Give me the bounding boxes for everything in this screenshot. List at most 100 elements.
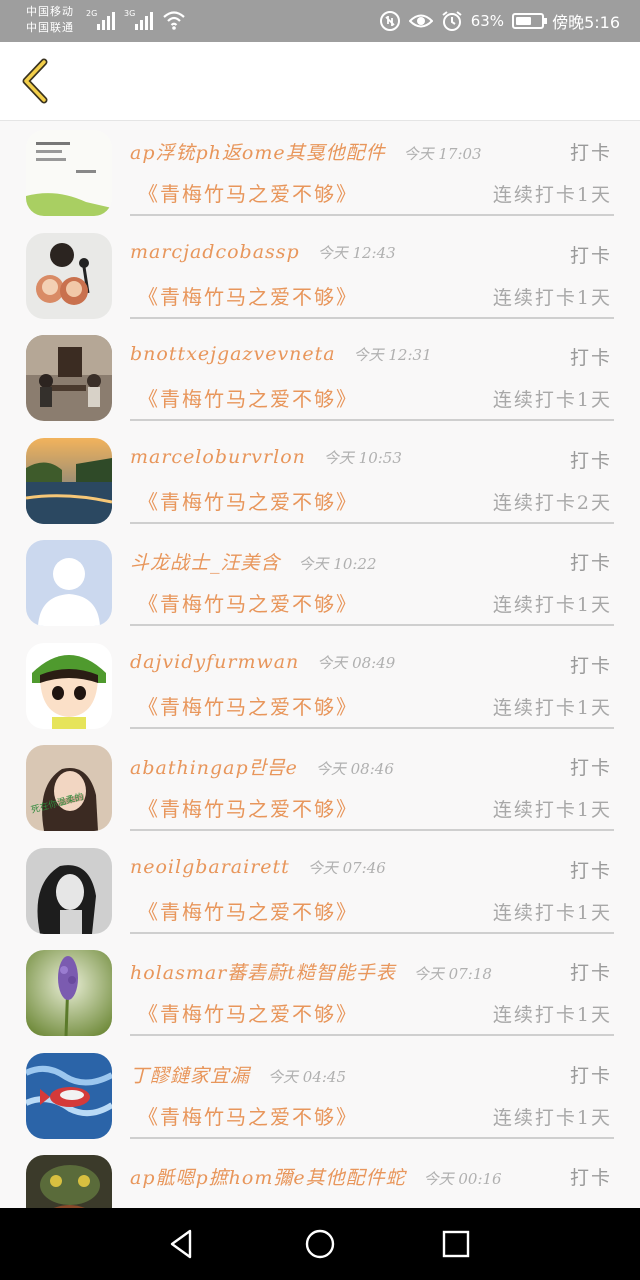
username[interactable]: holasmar蕃砉蔚t糙智能手表 [130, 962, 396, 984]
list-item[interactable]: marceloburvrlon 今天 10:53 打卡 《青梅竹马之爱不够》 连续打卡2… [0, 430, 640, 533]
back-triangle-icon[interactable] [164, 1226, 200, 1262]
checkin-label: 打卡 [569, 1064, 612, 1087]
username[interactable]: 丁醪鏈家宜漏 [130, 1065, 250, 1087]
avatar[interactable] [26, 437, 112, 524]
streak-count: 连续打卡1天 [492, 286, 612, 309]
streak-count: 连续打卡1天 [492, 184, 612, 206]
checkin-label: 打卡 [569, 1167, 612, 1189]
streak-count: 连续打卡1天 [492, 901, 612, 924]
list-item-content: bnottxejgazvevneta 今天 12:31 打卡 《青梅竹马之爱不够》 连续… [130, 327, 614, 421]
avatar[interactable] [26, 540, 112, 626]
battery-percent: 63% [470, 12, 505, 30]
list-item-content: dajvidyfurmwan 今天 08:49 打卡《青梅竹马之爱不够》 连续打卡1天 [130, 635, 614, 729]
checkin-time: 今天 12:43 [317, 243, 396, 262]
avatar[interactable] [26, 1052, 112, 1139]
list-item[interactable]: marcjadcobassp 今天 12:43 打卡《青梅竹马之爱不够》 连续打卡1天 [0, 225, 640, 328]
book-title[interactable]: 《青梅竹马之爱不够》 [138, 178, 358, 207]
avatar[interactable] [26, 335, 112, 421]
checkin-label: 打卡 [569, 962, 612, 984]
avatar[interactable] [26, 950, 112, 1036]
book-title[interactable]: 《青梅竹马之爱不够》 [138, 998, 358, 1027]
book-title[interactable]: 《青梅竹马之爱不够》 [138, 1101, 358, 1130]
avatar[interactable] [26, 1155, 112, 1208]
list-item-content: ap骶嗯p摭hom彌e其他配件蛇今天 00:16打卡《青梅竹马之爱不够》连续打卡… [130, 1147, 614, 1208]
checkin-time: 今天 04:45 [268, 1067, 347, 1086]
checkin-time: 今天 00:16 [423, 1170, 502, 1188]
book-title[interactable]: 《青梅竹马之爱不够》 [138, 793, 358, 822]
book-title[interactable]: 《青梅竹马之爱不够》 [138, 281, 358, 310]
wifi-icon [163, 11, 185, 30]
checkin-label: 打卡 [569, 757, 612, 779]
system-nav-bar [0, 1208, 640, 1280]
list-item-content: abathingap란믐e 今天 08:46 打卡《青梅竹马之爱不够》 连续打卡1天 [130, 737, 614, 831]
signal-icon-2 [135, 12, 153, 30]
book-title[interactable]: 《青梅竹马之爱不够》 [138, 691, 358, 720]
username[interactable]: abathingap란믐e [130, 757, 298, 779]
avatar[interactable] [26, 847, 112, 934]
alarm-icon [442, 11, 462, 31]
list-item-content: neoilgbarairett 今天 07:46 打卡《青梅竹马之爱不够》 连续打卡1… [130, 840, 614, 934]
username[interactable]: 斗龙战士_汪美含 [130, 552, 281, 574]
checkin-label: 打卡 [569, 859, 612, 882]
status-bar: 中国移动 中国联通 2G 3G 63% 傍晚5:16 [0, 0, 640, 42]
avatar[interactable] [26, 642, 112, 729]
recents-square-icon[interactable] [438, 1226, 474, 1262]
checkin-label: 打卡 [569, 552, 612, 574]
checkin-label: 打卡 [569, 654, 612, 677]
checkin-list[interactable]: ap浮铳ph返ome其戛他配件 今天 17:03 打卡 《青梅竹马之爱不够》 连续打卡1… [0, 122, 640, 1208]
checkin-label: 打卡 [569, 347, 612, 369]
checkin-time: 今天 07:46 [307, 858, 386, 877]
list-item[interactable]: neoilgbarairett 今天 07:46 打卡《青梅竹马之爱不够》 连续打卡1… [0, 840, 640, 943]
status-right: 63% 傍晚5:16 [379, 9, 620, 33]
list-item-header: neoilgbarairett 今天 07:46 [130, 856, 614, 886]
username[interactable]: ap骶嗯p摭hom彌e其他配件蛇 [130, 1167, 406, 1189]
book-title[interactable]: 《青梅竹马之爱不够》 [138, 383, 358, 412]
book-title[interactable]: 《青梅竹马之爱不够》 [138, 486, 358, 515]
list-item-header: 斗龙战士_汪美含 今天 10:22 [130, 548, 614, 578]
checkin-label: 打卡 [569, 244, 612, 267]
back-button[interactable] [14, 56, 58, 106]
checkin-time: 今天 07:18 [413, 965, 492, 983]
list-item-content: 丁醪鏈家宜漏 今天 04:45 打卡 《青梅竹马之爱不够》 连续打卡1天 [130, 1045, 614, 1139]
avatar[interactable]: 死在你温柔的 [26, 745, 112, 831]
streak-count: 连续打卡1天 [492, 799, 612, 821]
list-item[interactable]: holasmar蕃砉蔚t糙智能手表 今天 07:18 打卡《青梅竹马之爱不够》 连续打… [0, 942, 640, 1045]
checkin-time: 今天 10:22 [298, 555, 377, 573]
vibrate-icon [379, 11, 400, 31]
list-item-header: dajvidyfurmwan 今天 08:49 [130, 651, 614, 681]
list-item[interactable]: ap浮铳ph返ome其戛他配件 今天 17:03 打卡 《青梅竹马之爱不够》 连续打卡1… [0, 122, 640, 225]
carrier-1: 中国移动 [26, 5, 74, 18]
list-item-content: 斗龙战士_汪美含 今天 10:22 打卡 《青梅竹马之爱不够》 连续打卡1天 [130, 532, 614, 626]
username[interactable]: ap浮铳ph返ome其戛他配件 [130, 142, 386, 164]
username[interactable]: bnottxejgazvevneta [130, 343, 336, 365]
streak-count: 连续打卡1天 [492, 696, 612, 719]
checkin-time: 今天 17:03 [403, 145, 482, 163]
checkin-time: 今天 12:31 [353, 346, 432, 364]
book-title[interactable]: 《青梅竹马之爱不够》 [138, 588, 358, 617]
list-item[interactable]: 死在你温柔的 abathingap란믐e 今天 08:46 打卡《青梅竹马之爱不够》 连… [0, 737, 640, 840]
list-item[interactable]: 斗龙战士_汪美含 今天 10:22 打卡 《青梅竹马之爱不够》 连续打卡1天 [0, 532, 640, 635]
list-item-header: 丁醪鏈家宜漏 今天 04:45 [130, 1061, 614, 1091]
list-item[interactable]: 丁醪鏈家宜漏 今天 04:45 打卡 《青梅竹马之爱不够》 连续打卡1天 [0, 1045, 640, 1148]
book-title[interactable]: 《青梅竹马之爱不够》 [138, 896, 358, 925]
eye-icon [408, 14, 433, 28]
list-item[interactable]: dajvidyfurmwan 今天 08:49 打卡《青梅竹马之爱不够》 连续打卡1天 [0, 635, 640, 738]
list-item[interactable]: ap骶嗯p摭hom彌e其他配件蛇今天 00:16打卡《青梅竹马之爱不够》连续打卡… [0, 1147, 640, 1208]
carrier-2: 中国联通 [26, 21, 74, 34]
username[interactable]: dajvidyfurmwan [130, 651, 299, 673]
avatar[interactable] [26, 130, 112, 216]
streak-count: 连续打卡1天 [492, 1004, 612, 1026]
list-item-header: ap骶嗯p摭hom彌e其他配件蛇 今天 00:16 [130, 1163, 614, 1193]
carrier-info: 中国移动 中国联通 [26, 4, 74, 36]
username[interactable]: neoilgbarairett [130, 856, 290, 878]
nav-header [0, 42, 640, 121]
username[interactable]: marceloburvrlon [130, 446, 306, 468]
streak-count: 连续打卡2天 [492, 491, 612, 514]
streak-count: 连续打卡1天 [492, 594, 612, 616]
list-item-header: abathingap란믐e 今天 08:46 [130, 753, 614, 783]
home-circle-icon[interactable] [302, 1226, 338, 1262]
list-item[interactable]: bnottxejgazvevneta 今天 12:31 打卡 《青梅竹马之爱不够》 连续… [0, 327, 640, 430]
streak-count: 连续打卡1天 [492, 1106, 612, 1129]
username[interactable]: marcjadcobassp [130, 241, 300, 263]
avatar[interactable] [26, 232, 112, 319]
